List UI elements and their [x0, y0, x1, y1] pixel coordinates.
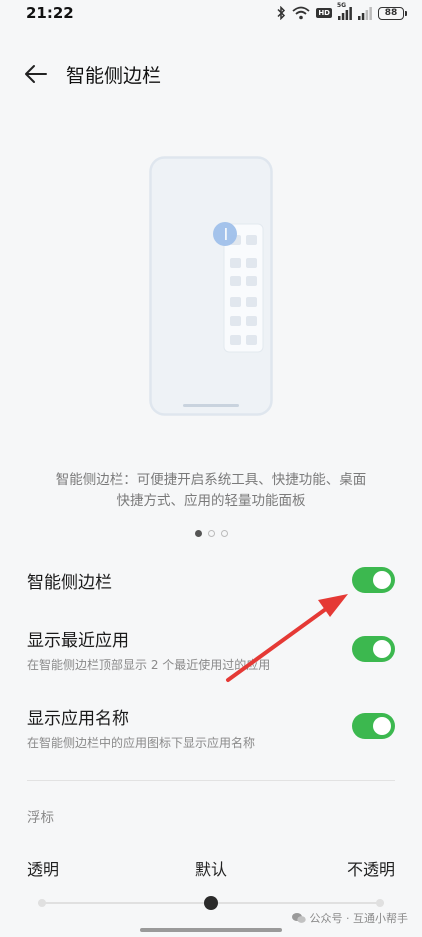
- label-default: 默认: [194, 860, 227, 879]
- setting-row-app-names[interactable]: 显示应用名称 在智能侧边栏中的应用图标下显示应用名称: [0, 702, 422, 754]
- network-label: 5G: [337, 1, 347, 9]
- page-dot-1[interactable]: [194, 530, 202, 537]
- home-indicator[interactable]: [140, 928, 282, 932]
- setting-title: 智能侧边栏: [27, 573, 112, 593]
- opacity-slider[interactable]: [38, 895, 384, 911]
- recent-apps-toggle[interactable]: [352, 636, 395, 662]
- back-button[interactable]: [22, 60, 50, 88]
- page-dot-2[interactable]: [207, 530, 215, 537]
- setting-row-recent-apps[interactable]: 显示最近应用 在智能侧边栏顶部显示 2 个最近使用过的应用: [0, 624, 422, 676]
- smart-sidebar-toggle[interactable]: [352, 567, 395, 593]
- status-time: 21:22: [26, 4, 74, 22]
- signal-5g-icon: 5G: [337, 2, 352, 20]
- setting-row-smart-sidebar[interactable]: 智能侧边栏: [0, 562, 422, 598]
- divider: [27, 780, 395, 781]
- label-opaque: 不透明: [346, 860, 395, 879]
- watermark-text: 公众号 · 互通小帮手: [309, 912, 409, 925]
- app-names-toggle[interactable]: [352, 713, 395, 739]
- annotation-arrow: [226, 594, 348, 682]
- watermark: 公众号 · 互通小帮手: [291, 910, 409, 926]
- section-label-float: 浮标: [27, 810, 54, 826]
- setting-subtitle: 在智能侧边栏顶部显示 2 个最近使用过的应用: [27, 658, 271, 672]
- setting-subtitle: 在智能侧边栏中的应用图标下显示应用名称: [27, 736, 256, 750]
- setting-title: 显示应用名称: [27, 709, 129, 729]
- sidebar-illustration: [149, 156, 273, 416]
- description-line-1: 智能侧边栏：可便捷开启系统工具、快捷功能、桌面: [55, 472, 367, 488]
- setting-title: 显示最近应用: [27, 631, 129, 651]
- toggle-knob: [373, 717, 391, 735]
- signal-icon: [358, 6, 372, 20]
- status-bar: 21:22 HD 5G 88: [0, 0, 422, 30]
- app-header: 智能侧边栏: [0, 52, 422, 96]
- page-dot-3[interactable]: [220, 530, 228, 537]
- battery-indicator: 88: [378, 6, 407, 20]
- opacity-labels: 透明 默认 不透明: [27, 856, 395, 879]
- status-icons: HD 5G 88: [276, 2, 407, 20]
- slider-tick-end: [376, 899, 384, 907]
- description-line-2: 快捷方式、应用的轻量功能面板: [116, 493, 306, 509]
- slider-tick-start: [38, 899, 46, 907]
- back-arrow-icon: [25, 65, 47, 83]
- wifi-icon: [292, 6, 310, 20]
- toggle-knob: [373, 571, 391, 589]
- wechat-icon: [291, 913, 306, 923]
- feature-description: 智能侧边栏：可便捷开启系统工具、快捷功能、桌面 快捷方式、应用的轻量功能面板: [30, 470, 392, 512]
- page-indicator: [0, 530, 422, 537]
- bluetooth-icon: [276, 6, 286, 20]
- page-title: 智能侧边栏: [66, 65, 162, 87]
- hd-badge: HD: [316, 8, 332, 18]
- slider-thumb[interactable]: [204, 896, 218, 910]
- toggle-knob: [373, 640, 391, 658]
